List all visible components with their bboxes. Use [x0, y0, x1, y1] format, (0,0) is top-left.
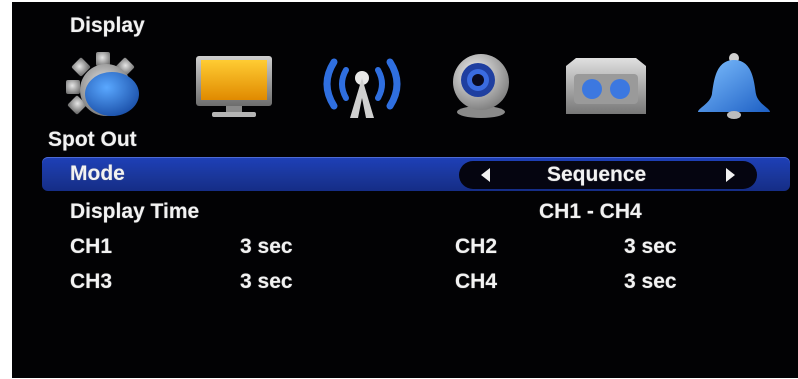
ch3-label: CH3	[70, 270, 113, 293]
ch2-value[interactable]: 3 sec	[624, 235, 677, 259]
network-antenna-icon[interactable]	[312, 50, 412, 120]
monitor-icon[interactable]	[192, 50, 276, 120]
ch1-value[interactable]: 3 sec	[240, 235, 293, 259]
dvr-menu-screen: Display Spot Out Mode Sequence Display T…	[12, 2, 798, 378]
ch3-value[interactable]: 3 sec	[240, 270, 293, 294]
ch1-label: CH1	[70, 235, 113, 258]
display-time-label[interactable]: Display Time	[70, 200, 199, 224]
storage-icon[interactable]	[560, 50, 652, 120]
ch4-value[interactable]: 3 sec	[624, 270, 677, 294]
arrow-left-icon[interactable]	[481, 168, 490, 182]
ch4-label: CH4	[455, 270, 498, 293]
arrow-right-icon[interactable]	[726, 168, 735, 182]
mode-selector[interactable]: Sequence	[459, 161, 757, 189]
alarm-bell-icon[interactable]	[690, 50, 778, 120]
camera-icon[interactable]	[444, 50, 518, 120]
section-title: Spot Out	[48, 128, 137, 151]
mode-row[interactable]: Mode Sequence	[42, 157, 790, 191]
mode-value: Sequence	[547, 163, 647, 186]
menu-title: Display	[70, 14, 145, 37]
display-time-range: CH1 - CH4	[539, 200, 642, 223]
gear-icon[interactable]	[60, 50, 146, 120]
mode-label: Mode	[70, 162, 125, 185]
ch2-label: CH2	[455, 235, 498, 258]
